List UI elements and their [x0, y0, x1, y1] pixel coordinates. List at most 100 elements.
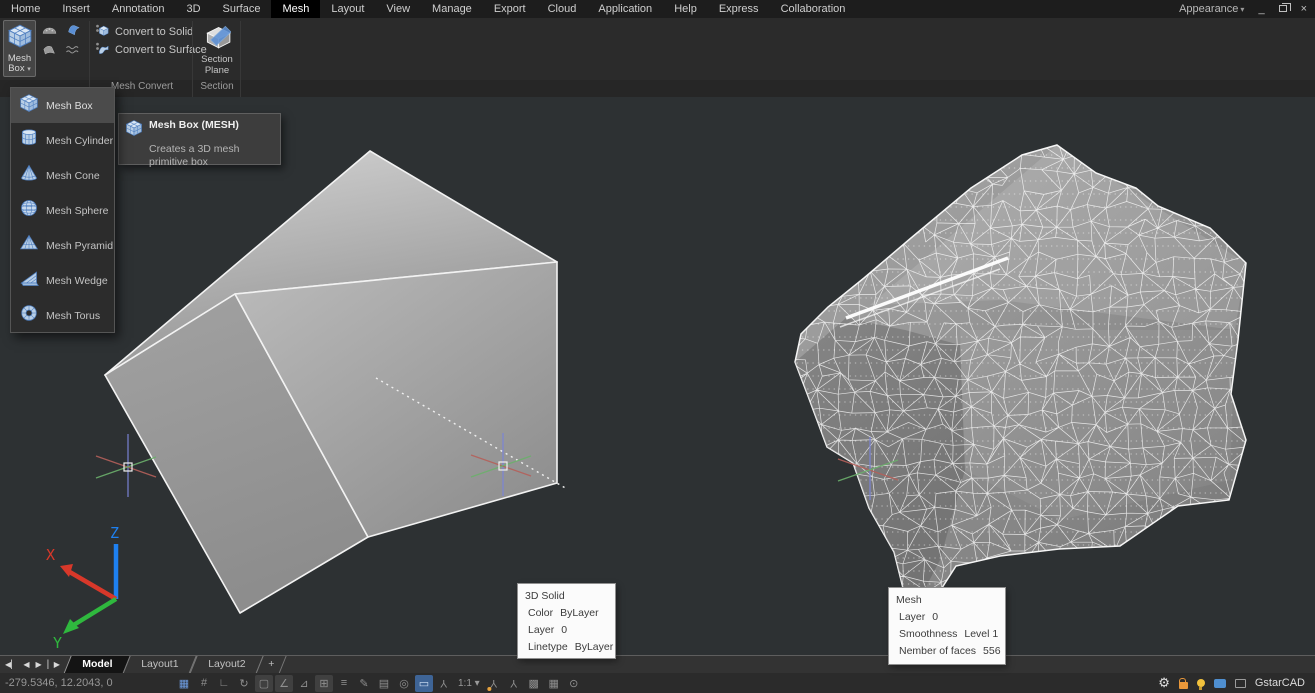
selection-cycling-toggle[interactable]: ◎	[395, 675, 413, 692]
mesh-box-icon	[19, 93, 39, 113]
restore-icon	[1279, 5, 1287, 12]
tab-layout2[interactable]: Layout2	[189, 656, 264, 674]
menu-manage[interactable]: Manage	[421, 0, 483, 18]
fullscreen-icon[interactable]	[1235, 679, 1246, 688]
layer-stack-toggle[interactable]: ▤	[375, 675, 393, 692]
section-plane-icon	[204, 23, 231, 50]
feedback-chat-icon[interactable]	[1214, 679, 1226, 688]
dropdown-item-mesh-pyramid[interactable]: Mesh Pyramid	[11, 228, 114, 263]
convert-to-solid-icon	[95, 23, 110, 41]
menu-cloud[interactable]: Cloud	[537, 0, 588, 18]
dropdown-item-mesh-cone[interactable]: Mesh Cone	[11, 158, 114, 193]
annotation-visibility-toggle[interactable]: Y	[435, 675, 453, 692]
annotation-scale-toggle[interactable]: 1:1 ▾	[455, 675, 483, 692]
appearance-menu[interactable]: Appearance▾	[1179, 3, 1244, 15]
close-button[interactable]: ×	[1301, 4, 1307, 14]
annotation-monitor-toggle[interactable]: Y	[505, 675, 523, 692]
object-snap-toggle[interactable]: ▢	[255, 675, 273, 692]
convert-to-solid-label: Convert to Solid	[115, 26, 193, 38]
snap-mode-toggle[interactable]: #	[195, 675, 213, 692]
mesh-rock-object[interactable]	[781, 133, 1258, 623]
menu-export[interactable]: Export	[483, 0, 537, 18]
dropdown-item-mesh-sphere[interactable]: Mesh Sphere	[11, 193, 114, 228]
next-tab-button[interactable]: ▶	[35, 657, 41, 673]
ucs-icon: ZXY	[46, 524, 119, 652]
menu-layout[interactable]: Layout	[320, 0, 375, 18]
solid-box-object[interactable]	[105, 151, 557, 613]
menu-express[interactable]: Express	[708, 0, 770, 18]
tooltip-description: Creates a 3D mesh primitive box	[149, 143, 274, 168]
menu-collaboration[interactable]: Collaboration	[770, 0, 857, 18]
tab-layout1[interactable]: Layout1	[123, 656, 198, 674]
ui-lock-icon[interactable]	[1179, 682, 1188, 689]
dynamic-ucs-toggle[interactable]: ⊿	[295, 675, 313, 692]
menu-items: HomeInsertAnnotation3DSurfaceMeshLayoutV…	[0, 0, 856, 18]
menu-insert[interactable]: Insert	[51, 0, 101, 18]
layout-tab-bar: ◀▏ ◀ ▶ ▏▶ ModelLayout1Layout2+	[0, 655, 1315, 673]
menu-home[interactable]: Home	[0, 0, 51, 18]
dropdown-item-mesh-cylinder[interactable]: Mesh Cylinder	[11, 123, 114, 158]
group-label-section: Section	[194, 81, 240, 92]
mesh-pyramid-icon	[19, 233, 39, 253]
tooltip-row: ColorByLayer	[525, 605, 606, 622]
dropdown-item-mesh-wedge[interactable]: Mesh Wedge	[11, 263, 114, 298]
dynamic-input-toggle[interactable]: ▭	[415, 675, 433, 692]
osnap-tracking-toggle[interactable]: ∠	[275, 675, 293, 692]
tips-bulb-icon[interactable]	[1197, 679, 1205, 687]
clean-screen-toggle[interactable]: ⊙	[565, 675, 583, 692]
smooth-less-button[interactable]	[38, 41, 60, 60]
smooth-less-icon	[41, 42, 58, 59]
refine-mesh-button[interactable]	[62, 41, 84, 60]
allow-dynamic-ucs-toggle[interactable]: ⊞	[315, 675, 333, 692]
chevron-down-icon: ▾	[27, 66, 31, 73]
mesh-cylinder-icon	[19, 128, 39, 148]
chevron-down-icon: ▾	[1240, 5, 1244, 14]
convert-to-solid-button[interactable]: Convert to Solid	[95, 24, 193, 40]
isolate-objects-toggle[interactable]: ▩	[525, 675, 543, 692]
menu-surface[interactable]: Surface	[212, 0, 272, 18]
polar-tracking-toggle[interactable]: ↻	[235, 675, 253, 692]
menu-mesh[interactable]: Mesh	[271, 0, 320, 18]
mesh-box-button-label: MeshBox ▾	[8, 54, 31, 75]
mesh-properties-tooltip: Mesh Layer0SmoothnessLevel 1Nember of fa…	[888, 587, 1006, 665]
window-controls: Appearance▾ _ ×	[1179, 3, 1315, 15]
smooth-object-button[interactable]	[38, 21, 60, 40]
tab-navigation: ◀▏ ◀ ▶ ▏▶	[0, 657, 68, 673]
first-tab-button[interactable]: ◀▏	[5, 657, 17, 673]
grid-display-toggle[interactable]: ▦	[175, 675, 193, 692]
menu-application[interactable]: Application	[587, 0, 663, 18]
prev-tab-button[interactable]: ◀	[23, 657, 29, 673]
status-bar: -279.5346, 12.2043, 0 ▦#∟↻▢∠⊿⊞≡✎▤◎▭Y1:1 …	[0, 673, 1315, 693]
dropdown-item-label: Mesh Sphere	[46, 205, 108, 217]
mesh-wedge-icon	[19, 268, 39, 288]
menu-help[interactable]: Help	[663, 0, 708, 18]
lineweight-display-toggle[interactable]: ≡	[335, 675, 353, 692]
menu-3d[interactable]: 3D	[175, 0, 211, 18]
ucs-label-z: Z	[110, 524, 119, 542]
ortho-mode-toggle[interactable]: ∟	[215, 675, 233, 692]
ucs-label-y: Y	[53, 634, 62, 652]
dropdown-item-mesh-torus[interactable]: Mesh Torus	[11, 298, 114, 333]
menu-view[interactable]: View	[375, 0, 421, 18]
tooltip-row: LinetypeByLayer	[525, 639, 606, 656]
section-plane-icon	[204, 23, 231, 55]
solid-properties-tooltip: 3D Solid ColorByLayerLayer0LinetypeByLay…	[517, 583, 616, 659]
restore-button[interactable]	[1279, 4, 1287, 14]
last-tab-button[interactable]: ▏▶	[48, 657, 60, 673]
dropdown-item-mesh-box[interactable]: Mesh Box	[11, 88, 114, 123]
smooth-more-button[interactable]	[62, 21, 84, 40]
convert-to-surface-icon	[95, 41, 110, 59]
mesh-box-button[interactable]: MeshBox ▾	[3, 20, 36, 77]
mesh-sphere-icon	[19, 198, 39, 218]
model-viewport[interactable]: ZXY 3D Solid ColorByLayerLayer0LinetypeB…	[0, 97, 1315, 655]
dropdown-item-label: Mesh Pyramid	[46, 240, 113, 252]
minimize-button[interactable]: _	[1258, 4, 1264, 14]
menu-annotation[interactable]: Annotation	[101, 0, 176, 18]
quick-properties-toggle[interactable]: ✎	[355, 675, 373, 692]
section-plane-button[interactable]: SectionPlane	[196, 20, 238, 78]
convert-to-surface-button[interactable]: Convert to Surface	[95, 42, 207, 58]
viewport-controls-toggle[interactable]: ▦	[545, 675, 563, 692]
auto-annotation-toggle[interactable]: Y	[485, 675, 503, 692]
tab-model[interactable]: Model	[63, 656, 131, 674]
settings-gear-icon[interactable]: ⚙	[1158, 675, 1170, 691]
